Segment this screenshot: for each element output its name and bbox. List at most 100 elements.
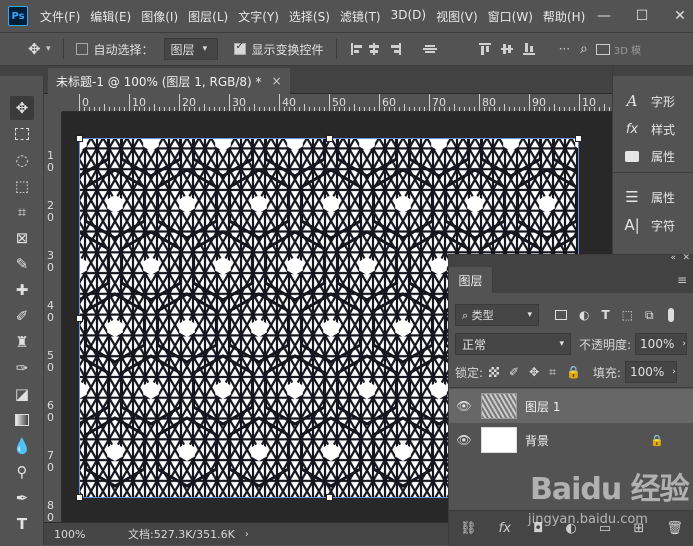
layer-select-value: 图层 — [170, 42, 195, 57]
close-tab-icon[interactable]: × — [272, 74, 282, 88]
glyphs-panel-button[interactable]: A 字形 — [623, 92, 675, 110]
menu-item[interactable]: 窗口(W) — [488, 8, 533, 25]
blur-tool-icon[interactable]: 💧 — [10, 434, 34, 458]
crop-tool-icon[interactable]: ⌗ — [10, 200, 34, 224]
close-icon[interactable]: ✕ — [673, 9, 687, 23]
opacity-input[interactable]: 100% › — [635, 333, 688, 355]
collapse-icon[interactable]: « — [670, 253, 676, 263]
filter-text-icon[interactable]: T — [601, 308, 609, 322]
history-brush-icon[interactable]: ✑ — [10, 356, 34, 380]
menu-item[interactable]: 3D(D) — [391, 8, 426, 25]
character-panel-button[interactable]: A| 字符 — [623, 216, 675, 234]
move-tool-icon[interactable]: ✥ — [10, 96, 34, 120]
ruler-tick-label: 3 0 — [47, 249, 54, 274]
ruler-tick-label: 1 0 — [47, 149, 54, 174]
ruler-left[interactable]: 1 0 2 0 3 0 4 0 5 0 6 0 7 0 8 0 — [44, 112, 62, 522]
pen-tool-icon[interactable]: ✒ — [10, 486, 34, 510]
glyphs-label: 字形 — [651, 94, 676, 109]
menu-item[interactable]: 滤镜(T) — [340, 8, 381, 25]
filter-shape-icon[interactable]: ⬚ — [622, 308, 633, 322]
frame-tool-icon[interactable]: ⊠ — [10, 226, 34, 250]
menu-item[interactable]: 帮助(H) — [543, 8, 585, 25]
filter-pixel-icon[interactable] — [555, 310, 567, 320]
layer-select-dropdown[interactable]: 图层 ▾ — [163, 38, 218, 60]
lasso-tool-icon[interactable]: ◌ — [10, 148, 34, 172]
menu-item[interactable]: 图层(L) — [188, 8, 228, 25]
menu-item[interactable]: 文字(Y) — [238, 8, 279, 25]
stamp-tool-icon[interactable]: ♜ — [10, 330, 34, 354]
healing-brush-icon[interactable]: ✚ — [10, 278, 34, 302]
ruler-tick-label: 5 0 — [47, 349, 54, 374]
styles-panel-button[interactable]: fx 样式 — [623, 120, 675, 138]
filter-smart-icon[interactable]: ⧉ — [645, 308, 654, 323]
chevron-down-icon[interactable]: ▾ — [46, 44, 51, 54]
marquee-tool-icon[interactable] — [10, 122, 34, 146]
fx-icon[interactable]: fx — [499, 521, 511, 536]
layer-row-layer1[interactable]: 👁 图层 1 — [449, 389, 693, 423]
layers-tab[interactable]: 图层 — [449, 267, 493, 293]
auto-select-checkbox[interactable] — [75, 43, 88, 55]
type-tool-icon[interactable]: T — [10, 512, 34, 536]
adjust-properties-button[interactable]: ☰ 属性 — [623, 188, 675, 206]
link-layers-icon[interactable]: ⛓ — [460, 521, 477, 536]
maximize-icon[interactable]: ☐ — [635, 9, 649, 23]
object-select-icon[interactable]: ⬚ — [10, 174, 34, 198]
mode-3d-label[interactable]: 3D 模 — [614, 42, 641, 57]
document-tab[interactable]: 未标题-1 @ 100% (图层 1, RGB/8) * × — [48, 68, 290, 94]
lock-artboard-icon[interactable]: ⌗ — [549, 365, 556, 380]
search-icon: ⌕ 类型 — [462, 309, 494, 322]
visibility-eye-icon[interactable]: 👁 — [449, 433, 479, 447]
lock-row: 锁定: ✐ ✥ ⌗ 🔒 填充: 100% › — [449, 361, 693, 383]
menu-item[interactable]: 视图(V) — [436, 8, 478, 25]
menu-item[interactable]: 编辑(E) — [90, 8, 131, 25]
properties-icon — [623, 147, 641, 165]
search-icon[interactable]: ⌕ — [580, 41, 588, 57]
layer-thumbnail — [481, 393, 517, 419]
filter-type-dropdown[interactable]: ⌕ 类型 ▾ — [455, 304, 539, 326]
ruler-top[interactable]: 0 10 20 30 40 50 60 70 80 90 10 — [62, 94, 612, 112]
filter-adjust-icon[interactable]: ◐ — [579, 308, 589, 322]
panel-header — [613, 66, 693, 76]
workspace-icon[interactable] — [595, 43, 610, 55]
distribute-icons[interactable] — [477, 41, 557, 57]
blend-mode-value: 正常 — [462, 337, 487, 352]
layer-name: 图层 1 — [525, 399, 561, 414]
chevron-right-icon[interactable]: › — [245, 529, 249, 540]
close-panel-icon[interactable]: ✕ — [682, 253, 690, 263]
menu-item[interactable]: 图像(I) — [141, 8, 178, 25]
properties-panel-button[interactable]: 属性 — [623, 147, 675, 165]
lock-transparent-icon[interactable] — [489, 367, 500, 377]
brush-tool-icon[interactable]: ✐ — [10, 304, 34, 328]
gradient-tool-icon[interactable] — [10, 408, 34, 432]
lock-position-icon[interactable]: ✥ — [529, 365, 539, 379]
move-tool-icon[interactable]: ✥ — [28, 42, 42, 57]
ruler-tick-label: 7 0 — [47, 449, 54, 474]
menu-item[interactable]: 选择(S) — [289, 8, 330, 25]
lock-all-icon[interactable]: 🔒 — [566, 365, 581, 379]
show-transform-checkbox[interactable] — [233, 41, 246, 55]
chevron-right-icon: › — [672, 367, 676, 377]
menu-bar: Ps 文件(F) 编辑(E) 图像(I) 图层(L) 文字(Y) 选择(S) 滤镜(T) 3D… — [0, 0, 693, 32]
filter-type-value: 类型 — [471, 309, 494, 322]
lock-label: 锁定: — [455, 365, 484, 380]
trash-icon[interactable]: 🗑 — [666, 521, 683, 536]
panel-menu-icon[interactable]: ≡ — [677, 273, 687, 287]
eraser-icon[interactable]: ◪ — [10, 382, 34, 406]
auto-select-label: 自动选择： — [93, 42, 154, 57]
align-icons[interactable] — [349, 41, 469, 57]
minimize-icon[interactable]: — — [597, 9, 611, 23]
dodge-tool-icon[interactable]: ⚲ — [10, 460, 34, 484]
blend-mode-dropdown[interactable]: 正常 ▾ — [455, 333, 571, 355]
layer-row-background[interactable]: 👁 背景 🔒 — [449, 423, 693, 457]
filter-toggle-icon[interactable] — [667, 308, 674, 322]
zoom-level[interactable]: 100% — [54, 528, 114, 541]
visibility-eye-icon[interactable]: 👁 — [449, 399, 479, 413]
eyedropper-icon[interactable]: ✎ — [10, 252, 34, 276]
lock-pixels-icon[interactable]: ✐ — [509, 365, 519, 379]
watermark-logo: Baidu 经验 — [530, 472, 690, 507]
menu-item[interactable]: 文件(F) — [40, 8, 80, 25]
character-label: 字符 — [651, 218, 676, 233]
more-options-icon[interactable]: ··· — [559, 42, 570, 56]
text-icon: A| — [624, 216, 640, 234]
fill-input[interactable]: 100% › — [624, 361, 677, 383]
